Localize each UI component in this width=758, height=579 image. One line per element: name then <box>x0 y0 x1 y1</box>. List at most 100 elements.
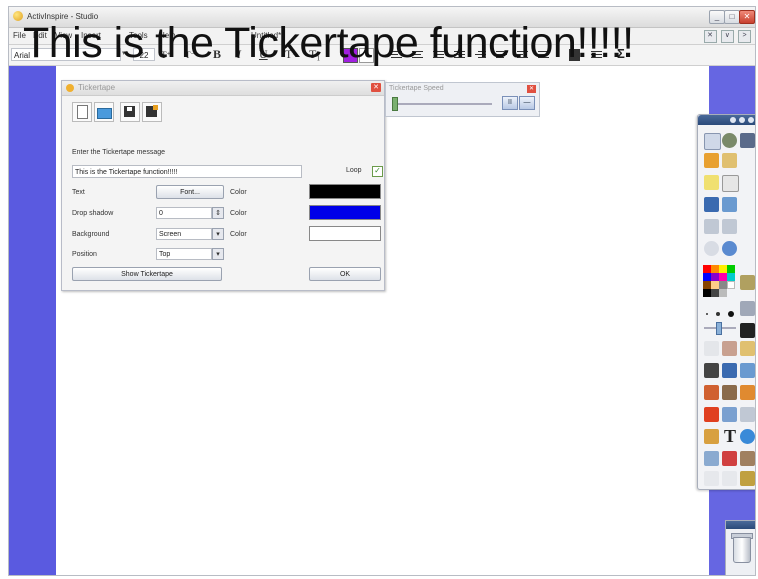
color-lightgrey-swatch[interactable] <box>719 289 727 297</box>
tools-wand-icon[interactable] <box>740 133 755 148</box>
flipchart-left-margin <box>9 66 56 575</box>
speed-panel-title: Tickertape Speed <box>389 85 444 92</box>
color-darkgrey-swatch[interactable] <box>711 289 719 297</box>
tickertape-dialog-titlebar[interactable]: Tickertape ✕ <box>62 81 384 96</box>
highlighter-icon[interactable] <box>740 301 755 316</box>
color-grey-swatch[interactable] <box>719 281 727 289</box>
reset-page-icon[interactable] <box>740 471 755 486</box>
shape-icon[interactable] <box>704 407 719 422</box>
chevron-down-icon[interactable]: ▾ <box>212 228 224 240</box>
toolbox-header[interactable] <box>698 115 755 125</box>
chevron-down-icon[interactable]: ▾ <box>212 248 224 260</box>
drop-shadow-label: Drop shadow <box>72 210 114 217</box>
minimize-button[interactable]: _ <box>709 10 725 24</box>
color-purple-swatch[interactable] <box>711 273 719 281</box>
ok-button[interactable]: OK <box>309 267 381 281</box>
new-tickertape-icon[interactable] <box>72 102 92 122</box>
fill-bucket-icon[interactable] <box>704 429 719 444</box>
camera-icon[interactable] <box>740 323 755 338</box>
color-cyan-swatch[interactable] <box>727 273 735 281</box>
help-icon[interactable] <box>740 429 755 444</box>
close-window-button[interactable]: ✕ <box>739 10 755 24</box>
collapse-menu-button[interactable]: ∨ <box>720 30 734 43</box>
color-tan-swatch[interactable] <box>711 281 719 289</box>
pen-width-handle[interactable] <box>716 322 722 335</box>
object-browser-icon[interactable] <box>722 197 737 212</box>
clear-icon[interactable] <box>740 407 755 422</box>
palette-more-icon[interactable] <box>740 275 755 290</box>
color-brown-swatch[interactable] <box>703 281 711 289</box>
eraser-icon[interactable] <box>704 385 719 400</box>
toolbox-menu-icon[interactable] <box>730 117 736 123</box>
background-label: Background <box>72 231 110 238</box>
previous-page-icon[interactable] <box>704 219 719 234</box>
resource-browser-icon[interactable] <box>704 197 719 212</box>
clock-icon[interactable] <box>740 451 755 466</box>
toolbox-settings-icon[interactable] <box>739 117 745 123</box>
toolbox-pin-icon[interactable] <box>748 117 754 123</box>
marquee-select-icon[interactable] <box>722 341 737 356</box>
pen-size-medium-icon[interactable] <box>716 312 720 316</box>
stop-button[interactable]: — <box>519 96 535 110</box>
undo-icon[interactable] <box>704 471 719 486</box>
font-button[interactable]: Font... <box>156 185 224 199</box>
dialog-close-button[interactable]: ✕ <box>371 83 381 92</box>
revealer-icon[interactable] <box>704 451 719 466</box>
browser-icon[interactable] <box>704 133 721 150</box>
line-icon[interactable] <box>722 407 737 422</box>
maximize-button[interactable]: □ <box>724 10 740 24</box>
pen-size-large-icon[interactable] <box>728 311 734 317</box>
color-yellow-swatch[interactable] <box>719 265 727 273</box>
page-sorter-icon[interactable] <box>722 175 739 192</box>
text-tool-icon[interactable]: T <box>724 426 736 447</box>
shadow-color-swatch-button[interactable] <box>309 205 381 220</box>
color-blue-swatch[interactable] <box>703 273 711 281</box>
pause-button[interactable]: II <box>502 96 518 110</box>
color-orange-swatch[interactable] <box>711 265 719 273</box>
tickertape-icon <box>66 84 74 92</box>
save-as-tickertape-icon[interactable] <box>142 102 162 122</box>
pen-icon[interactable] <box>704 363 719 378</box>
color-black-swatch[interactable] <box>703 289 711 297</box>
background-color-label: Color <box>230 231 247 238</box>
spotlight-icon[interactable] <box>722 451 737 466</box>
close-flipchart-button[interactable]: ✕ <box>703 30 717 43</box>
text-color-swatch-button[interactable] <box>309 184 381 199</box>
position-select[interactable]: Top <box>156 248 212 260</box>
spinner-arrows-icon[interactable]: ⇕ <box>212 207 224 219</box>
magic-ink-icon[interactable] <box>740 363 755 378</box>
drop-shadow-spinner[interactable]: 0 <box>156 207 212 219</box>
loop-checkbox[interactable]: ✓ <box>372 166 383 177</box>
color-white-swatch[interactable] <box>727 281 735 289</box>
more-menu-button[interactable]: > <box>738 30 751 43</box>
background-color-swatch-button[interactable] <box>309 226 381 241</box>
show-tickertape-button[interactable]: Show Tickertape <box>72 267 222 281</box>
color-red-swatch[interactable] <box>703 265 711 273</box>
connector-icon[interactable] <box>740 385 755 400</box>
pen-size-small-icon[interactable] <box>706 313 708 315</box>
speed-close-button[interactable]: ✕ <box>527 85 536 93</box>
highlighter-pen-icon[interactable] <box>722 363 737 378</box>
save-tickertape-icon[interactable] <box>120 102 140 122</box>
open-tickertape-icon[interactable] <box>94 102 114 122</box>
background-select[interactable]: Screen <box>156 228 212 240</box>
tickertape-speed-panel: Tickertape Speed ✕ II — <box>385 82 540 117</box>
zoom-icon[interactable] <box>722 241 737 256</box>
tickertape-message-input[interactable]: This is the Tickertape function!!!!! <box>72 165 302 178</box>
speed-slider-track[interactable] <box>392 103 492 105</box>
speed-slider-handle[interactable] <box>392 97 398 111</box>
fill-icon[interactable] <box>722 385 737 400</box>
trash-can-icon[interactable] <box>733 537 751 563</box>
notes-icon[interactable] <box>704 175 719 190</box>
tickertape-text: This is the Tickertape function!!!!! <box>23 19 634 67</box>
select-arrow-icon[interactable] <box>704 341 719 356</box>
next-page-icon[interactable] <box>722 219 737 234</box>
redo-icon[interactable] <box>722 471 737 486</box>
hand-icon[interactable] <box>740 341 755 356</box>
color-pink-swatch[interactable] <box>719 273 727 281</box>
page-icon[interactable] <box>722 153 737 168</box>
pencil-icon[interactable] <box>704 153 719 168</box>
reset-icon[interactable] <box>704 241 719 256</box>
color-green-swatch[interactable] <box>727 265 735 273</box>
settings-gear-icon[interactable] <box>722 133 737 148</box>
